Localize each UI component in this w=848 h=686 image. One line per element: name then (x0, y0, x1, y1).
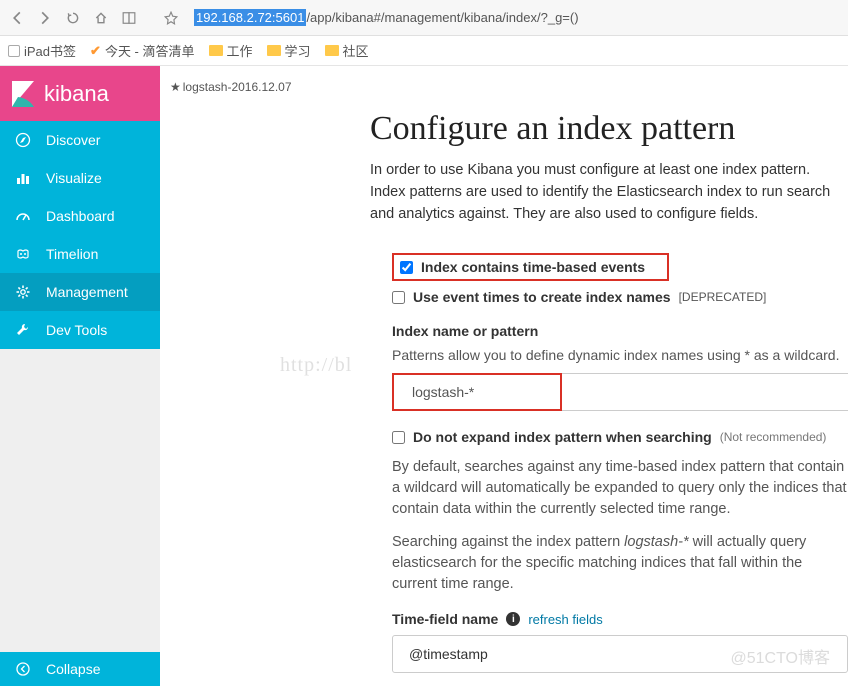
page-title: Configure an index pattern (370, 110, 848, 148)
address-bar[interactable]: 192.168.2.72:5601/app/kibana#/management… (190, 6, 840, 30)
time-field-label: Time-field name (392, 611, 498, 627)
folder-icon (325, 45, 339, 56)
checkbox-no-expand[interactable] (392, 431, 405, 444)
nav-management[interactable]: Management (0, 273, 160, 311)
url-host-selected: 192.168.2.72:5601 (194, 9, 306, 26)
index-name-input-row: logstash-* (392, 373, 848, 411)
bookmark-study[interactable]: 学习 (267, 41, 311, 60)
reader-icon[interactable] (120, 9, 138, 27)
highlight-box-1: Index contains time-based events (392, 253, 669, 281)
index-name-label: Index name or pattern (392, 323, 848, 339)
url-path: /app/kibana#/management/kibana/index/?_g… (306, 10, 578, 25)
collapse-button[interactable]: Collapse (0, 652, 160, 686)
form: Index contains time-based events Use eve… (392, 253, 848, 686)
back-button[interactable] (8, 9, 26, 27)
collapse-icon (14, 660, 32, 678)
gear-icon (14, 283, 32, 301)
checkbox-event-times-row: Use event times to create index names [D… (392, 289, 848, 305)
star-icon: ★ (170, 80, 181, 94)
folder-icon (267, 45, 281, 56)
home-button[interactable] (92, 9, 110, 27)
bookmark-ipad[interactable]: iPad书签 (8, 41, 76, 60)
para-search: Searching against the index pattern logs… (392, 532, 848, 595)
kibana-logo-icon (10, 79, 36, 109)
breadcrumb[interactable]: ★logstash-2016.12.07 (170, 76, 848, 104)
refresh-fields-link[interactable]: refresh fields (528, 612, 602, 627)
para-default: By default, searches against any time-ba… (392, 457, 848, 520)
checkbox-time-based-row: Index contains time-based events (392, 253, 848, 281)
checkbox-expand-row: Do not expand index pattern when searchi… (392, 429, 848, 445)
checkbox-event-times-label: Use event times to create index names (413, 289, 671, 305)
wrench-icon (14, 321, 32, 339)
description-paragraphs: By default, searches against any time-ba… (392, 457, 848, 595)
folder-icon (209, 45, 223, 56)
bookmark-community[interactable]: 社区 (325, 41, 369, 60)
checkbox-no-expand-label: Do not expand index pattern when searchi… (413, 429, 712, 445)
time-field-select[interactable]: @timestamp (392, 635, 848, 673)
intro-text: In order to use Kibana you must configur… (370, 160, 848, 225)
gauge-icon (14, 207, 32, 225)
not-recommended-note: (Not recommended) (720, 430, 827, 444)
nav-dashboard[interactable]: Dashboard (0, 197, 160, 235)
time-field-row: Time-field name i refresh fields (392, 611, 848, 627)
checkbox-event-times[interactable] (392, 291, 405, 304)
compass-icon (14, 131, 32, 149)
content-area: ★logstash-2016.12.07 Configure an index … (160, 66, 848, 686)
bookmark-star-icon[interactable] (162, 9, 180, 27)
nav-visualize[interactable]: Visualize (0, 159, 160, 197)
kibana-app: kibana Discover Visualize Dashboard Time… (0, 66, 848, 686)
bookmark-work[interactable]: 工作 (209, 41, 253, 60)
nav-timelion[interactable]: Timelion (0, 235, 160, 273)
main-panel: Configure an index pattern In order to u… (170, 104, 848, 686)
logo[interactable]: kibana (0, 66, 160, 121)
index-name-input[interactable]: logstash-* (412, 384, 474, 400)
bookmarks-bar: iPad书签 ✔今天 - 滴答清单 工作 学习 社区 (0, 36, 848, 66)
checkbox-time-based-label: Index contains time-based events (421, 259, 645, 275)
logo-text: kibana (44, 81, 109, 107)
bar-chart-icon (14, 169, 32, 187)
nav-dev-tools[interactable]: Dev Tools (0, 311, 160, 349)
nav-discover[interactable]: Discover (0, 121, 160, 159)
sidebar: kibana Discover Visualize Dashboard Time… (0, 66, 160, 686)
timelion-icon (14, 245, 32, 263)
bookmark-today[interactable]: ✔今天 - 滴答清单 (90, 41, 194, 60)
tablet-icon (8, 45, 20, 57)
browser-toolbar: 192.168.2.72:5601/app/kibana#/management… (0, 0, 848, 36)
check-icon: ✔ (90, 43, 101, 59)
nav-list: Discover Visualize Dashboard Timelion Ma… (0, 121, 160, 349)
checkbox-time-based[interactable] (400, 261, 413, 274)
forward-button[interactable] (36, 9, 54, 27)
highlight-box-2: logstash-* (392, 373, 562, 411)
deprecated-tag: [DEPRECATED] (679, 290, 767, 304)
info-icon[interactable]: i (506, 612, 520, 626)
index-name-help: Patterns allow you to define dynamic ind… (392, 347, 848, 363)
reload-button[interactable] (64, 9, 82, 27)
